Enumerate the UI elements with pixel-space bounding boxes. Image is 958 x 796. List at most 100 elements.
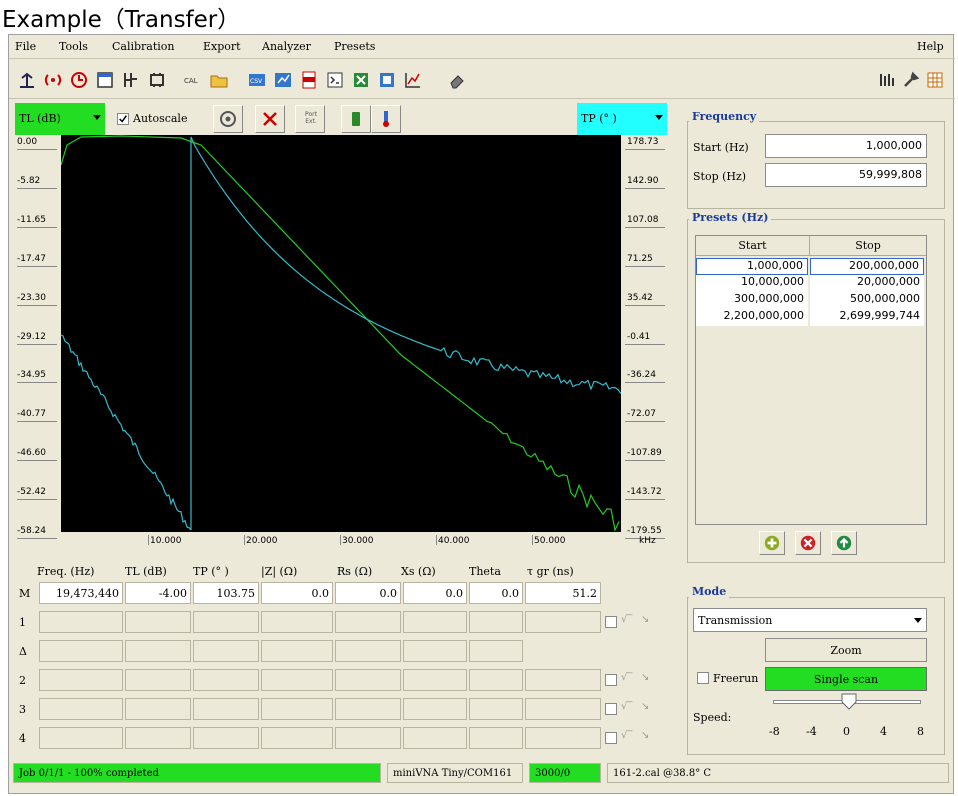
table-cell[interactable] <box>125 727 191 749</box>
preset-start-cell[interactable]: 300,000,000 <box>696 292 808 309</box>
eraser-icon[interactable] <box>447 70 467 90</box>
mode-dropdown[interactable]: Transmission <box>693 608 927 632</box>
thermometer-button[interactable] <box>371 105 401 133</box>
single-scan-button[interactable]: Single scan <box>765 667 927 691</box>
table-cell[interactable] <box>335 669 401 691</box>
start-freq-field[interactable]: 1,000,000 <box>765 134 927 158</box>
chip-icon[interactable] <box>147 70 167 90</box>
table-cell[interactable] <box>39 611 123 633</box>
table-cell[interactable] <box>525 698 601 720</box>
port-extension-button[interactable]: Port Ext. <box>295 105 325 133</box>
table-cell[interactable] <box>261 669 333 691</box>
preset-stop-cell[interactable]: 500,000,000 <box>810 292 924 309</box>
battery-button[interactable] <box>341 105 371 133</box>
table-cell[interactable] <box>261 611 333 633</box>
table-cell[interactable] <box>261 698 333 720</box>
table-cell[interactable] <box>125 611 191 633</box>
table-cell[interactable] <box>335 611 401 633</box>
preset-stop-cell[interactable]: 20,000,000 <box>810 275 924 292</box>
zoom-button[interactable]: Zoom <box>765 638 927 662</box>
table-cell[interactable] <box>193 640 259 662</box>
generator-icon[interactable] <box>877 70 897 90</box>
autoscale-checkbox[interactable] <box>117 113 129 125</box>
pdf-icon[interactable] <box>299 70 319 90</box>
table-cell[interactable] <box>469 640 523 662</box>
freerun-checkbox[interactable] <box>697 672 709 684</box>
preset-start-cell[interactable]: 10,000,000 <box>696 275 808 292</box>
trace-checkbox[interactable] <box>605 616 617 628</box>
folder-icon[interactable] <box>209 70 229 90</box>
cal-icon[interactable]: CAL <box>183 70 203 90</box>
menu-export[interactable]: Export <box>203 40 241 53</box>
table-cell[interactable] <box>261 727 333 749</box>
settings-icon[interactable] <box>901 70 921 90</box>
stop-freq-field[interactable]: 59,999,808 <box>765 163 927 187</box>
trace-checkbox[interactable] <box>605 674 617 686</box>
table-cell[interactable] <box>39 640 123 662</box>
preset-start-cell[interactable]: 1,000,000 <box>696 258 808 275</box>
preset-stop-cell[interactable]: 200,000,000 <box>810 258 924 275</box>
table-cell[interactable] <box>125 698 191 720</box>
menu-analyzer[interactable]: Analyzer <box>262 40 311 53</box>
table-cell[interactable] <box>403 611 467 633</box>
table-cell[interactable]: -4.00 <box>125 582 191 604</box>
table-cell[interactable] <box>261 640 333 662</box>
zplots-icon[interactable] <box>273 70 293 90</box>
snp-icon[interactable] <box>377 70 397 90</box>
table-cell[interactable] <box>403 698 467 720</box>
antenna-icon[interactable] <box>17 70 37 90</box>
table-cell[interactable]: 0.0 <box>335 582 401 604</box>
xml-icon[interactable] <box>325 70 345 90</box>
table-cell[interactable] <box>125 640 191 662</box>
preset-start-cell[interactable]: 2,200,000,000 <box>696 309 808 326</box>
calculator-icon[interactable] <box>925 70 945 90</box>
speed-slider-thumb[interactable] <box>839 691 859 711</box>
table-cell[interactable] <box>193 611 259 633</box>
menu-help[interactable]: Help <box>917 40 944 53</box>
plot-canvas[interactable] <box>61 135 621 532</box>
signal-icon[interactable] <box>43 70 63 90</box>
table-cell[interactable] <box>469 669 523 691</box>
table-cell[interactable] <box>525 669 601 691</box>
table-cell[interactable]: 103.75 <box>193 582 259 604</box>
left-scale-dropdown[interactable]: TL (dB) <box>15 103 105 135</box>
table-cell[interactable] <box>525 611 601 633</box>
table-cell[interactable] <box>125 669 191 691</box>
table-cell[interactable] <box>193 727 259 749</box>
table-cell[interactable]: 51.2 <box>525 582 601 604</box>
network-icon[interactable] <box>121 70 141 90</box>
table-cell[interactable]: 0.0 <box>403 582 467 604</box>
menu-file[interactable]: File <box>15 40 36 53</box>
add-preset-button[interactable] <box>759 531 785 555</box>
table-cell[interactable] <box>39 727 123 749</box>
table-cell[interactable] <box>335 698 401 720</box>
trace-checkbox[interactable] <box>605 732 617 744</box>
table-cell[interactable] <box>193 669 259 691</box>
table-cell[interactable] <box>469 727 523 749</box>
table-cell[interactable] <box>403 640 467 662</box>
trace-checkbox[interactable] <box>605 703 617 715</box>
table-cell[interactable] <box>469 611 523 633</box>
menu-presets[interactable]: Presets <box>334 40 375 53</box>
right-scale-dropdown[interactable]: TP (° ) <box>577 103 667 135</box>
table-cell[interactable] <box>335 727 401 749</box>
table-cell[interactable]: 0.0 <box>261 582 333 604</box>
table-cell[interactable] <box>469 698 523 720</box>
table-cell[interactable] <box>39 669 123 691</box>
table-cell[interactable] <box>403 727 467 749</box>
preset-stop-cell[interactable]: 2,699,999,744 <box>810 309 924 326</box>
table-cell[interactable] <box>525 727 601 749</box>
target-button[interactable] <box>213 105 243 133</box>
table-cell[interactable] <box>193 698 259 720</box>
table-cell[interactable] <box>335 640 401 662</box>
window-icon[interactable] <box>95 70 115 90</box>
table-cell[interactable] <box>403 669 467 691</box>
load-preset-button[interactable] <box>831 531 857 555</box>
menu-tools[interactable]: Tools <box>59 40 88 53</box>
table-cell[interactable] <box>39 698 123 720</box>
table-cell[interactable]: 19,473,440 <box>39 582 123 604</box>
csv-icon[interactable]: CSV <box>247 70 267 90</box>
menu-calibration[interactable]: Calibration <box>112 40 175 53</box>
chart-icon[interactable] <box>403 70 423 90</box>
table-cell[interactable]: 0.0 <box>469 582 523 604</box>
